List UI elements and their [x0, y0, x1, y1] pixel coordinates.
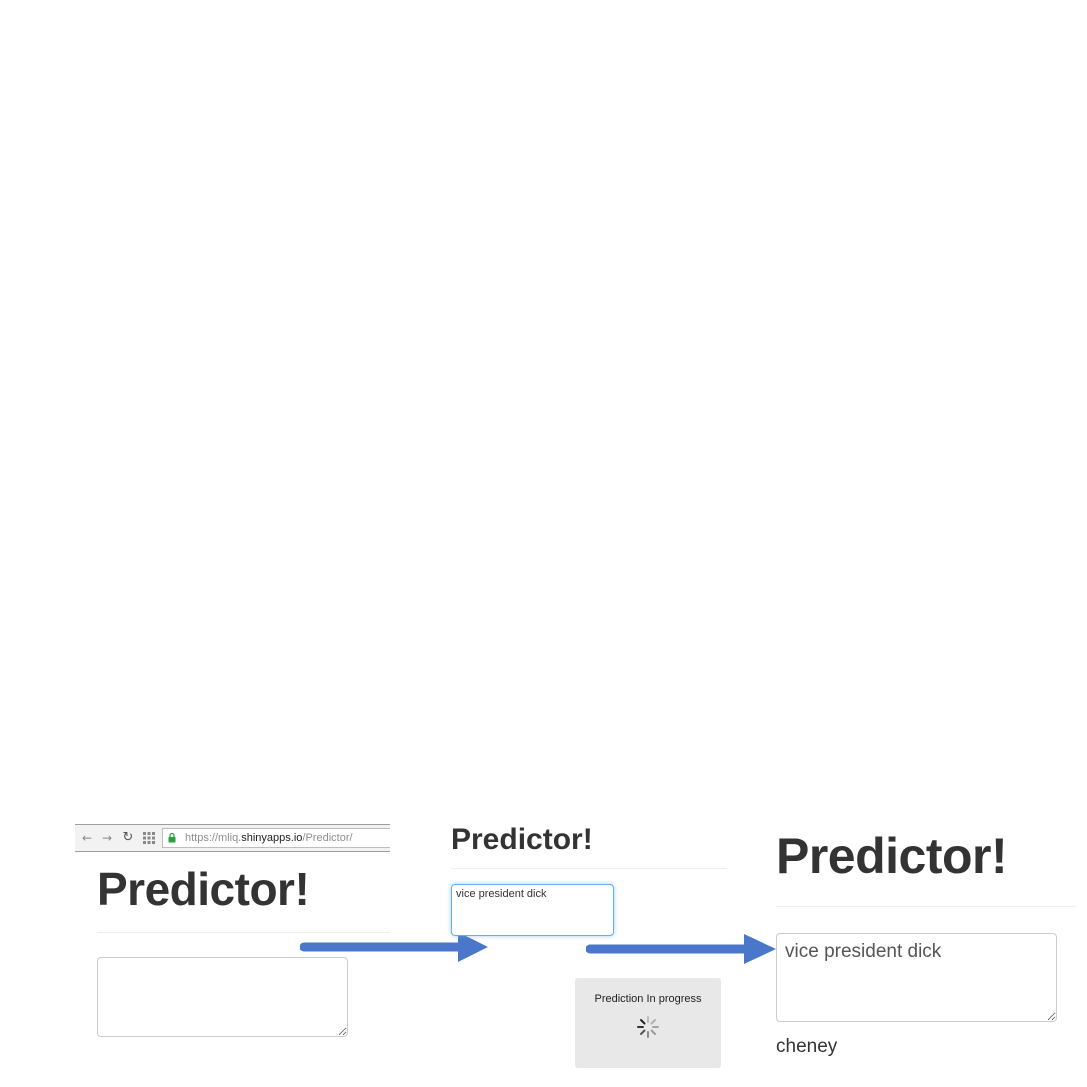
url-prefix: https://mliq.	[185, 832, 242, 844]
page-title: Predictor!	[451, 823, 593, 856]
page-title: Predictor!	[97, 863, 310, 915]
url-host: shinyapps.io	[241, 832, 303, 844]
browser-toolbar: ← → ↻ https://mliq.shinyapps.io/Predicto…	[75, 824, 390, 852]
spinner-icon	[637, 1016, 659, 1038]
phrase-input[interactable]: vice president dick	[776, 933, 1057, 1022]
phrase-input[interactable]	[97, 957, 348, 1037]
progress-label: Prediction In progress	[594, 993, 702, 1005]
phrase-input[interactable]: vice president dick	[451, 884, 614, 936]
divider	[776, 906, 1076, 907]
url-text: https://mliq.shinyapps.io/Predictor/	[185, 829, 353, 847]
prediction-output: cheney	[776, 1036, 838, 1057]
progress-notification: Prediction In progress	[575, 978, 721, 1068]
divider	[451, 868, 727, 869]
page-title: Predictor!	[776, 828, 1008, 884]
url-path: /Predictor/	[302, 832, 353, 844]
arrow-right-icon	[586, 934, 776, 964]
reload-icon[interactable]: ↻	[120, 830, 136, 846]
apps-icon[interactable]	[141, 830, 157, 846]
back-icon[interactable]: ←	[79, 830, 95, 846]
forward-icon[interactable]: →	[99, 830, 115, 846]
lock-icon	[168, 833, 176, 843]
address-bar[interactable]: https://mliq.shinyapps.io/Predictor/	[162, 828, 390, 848]
